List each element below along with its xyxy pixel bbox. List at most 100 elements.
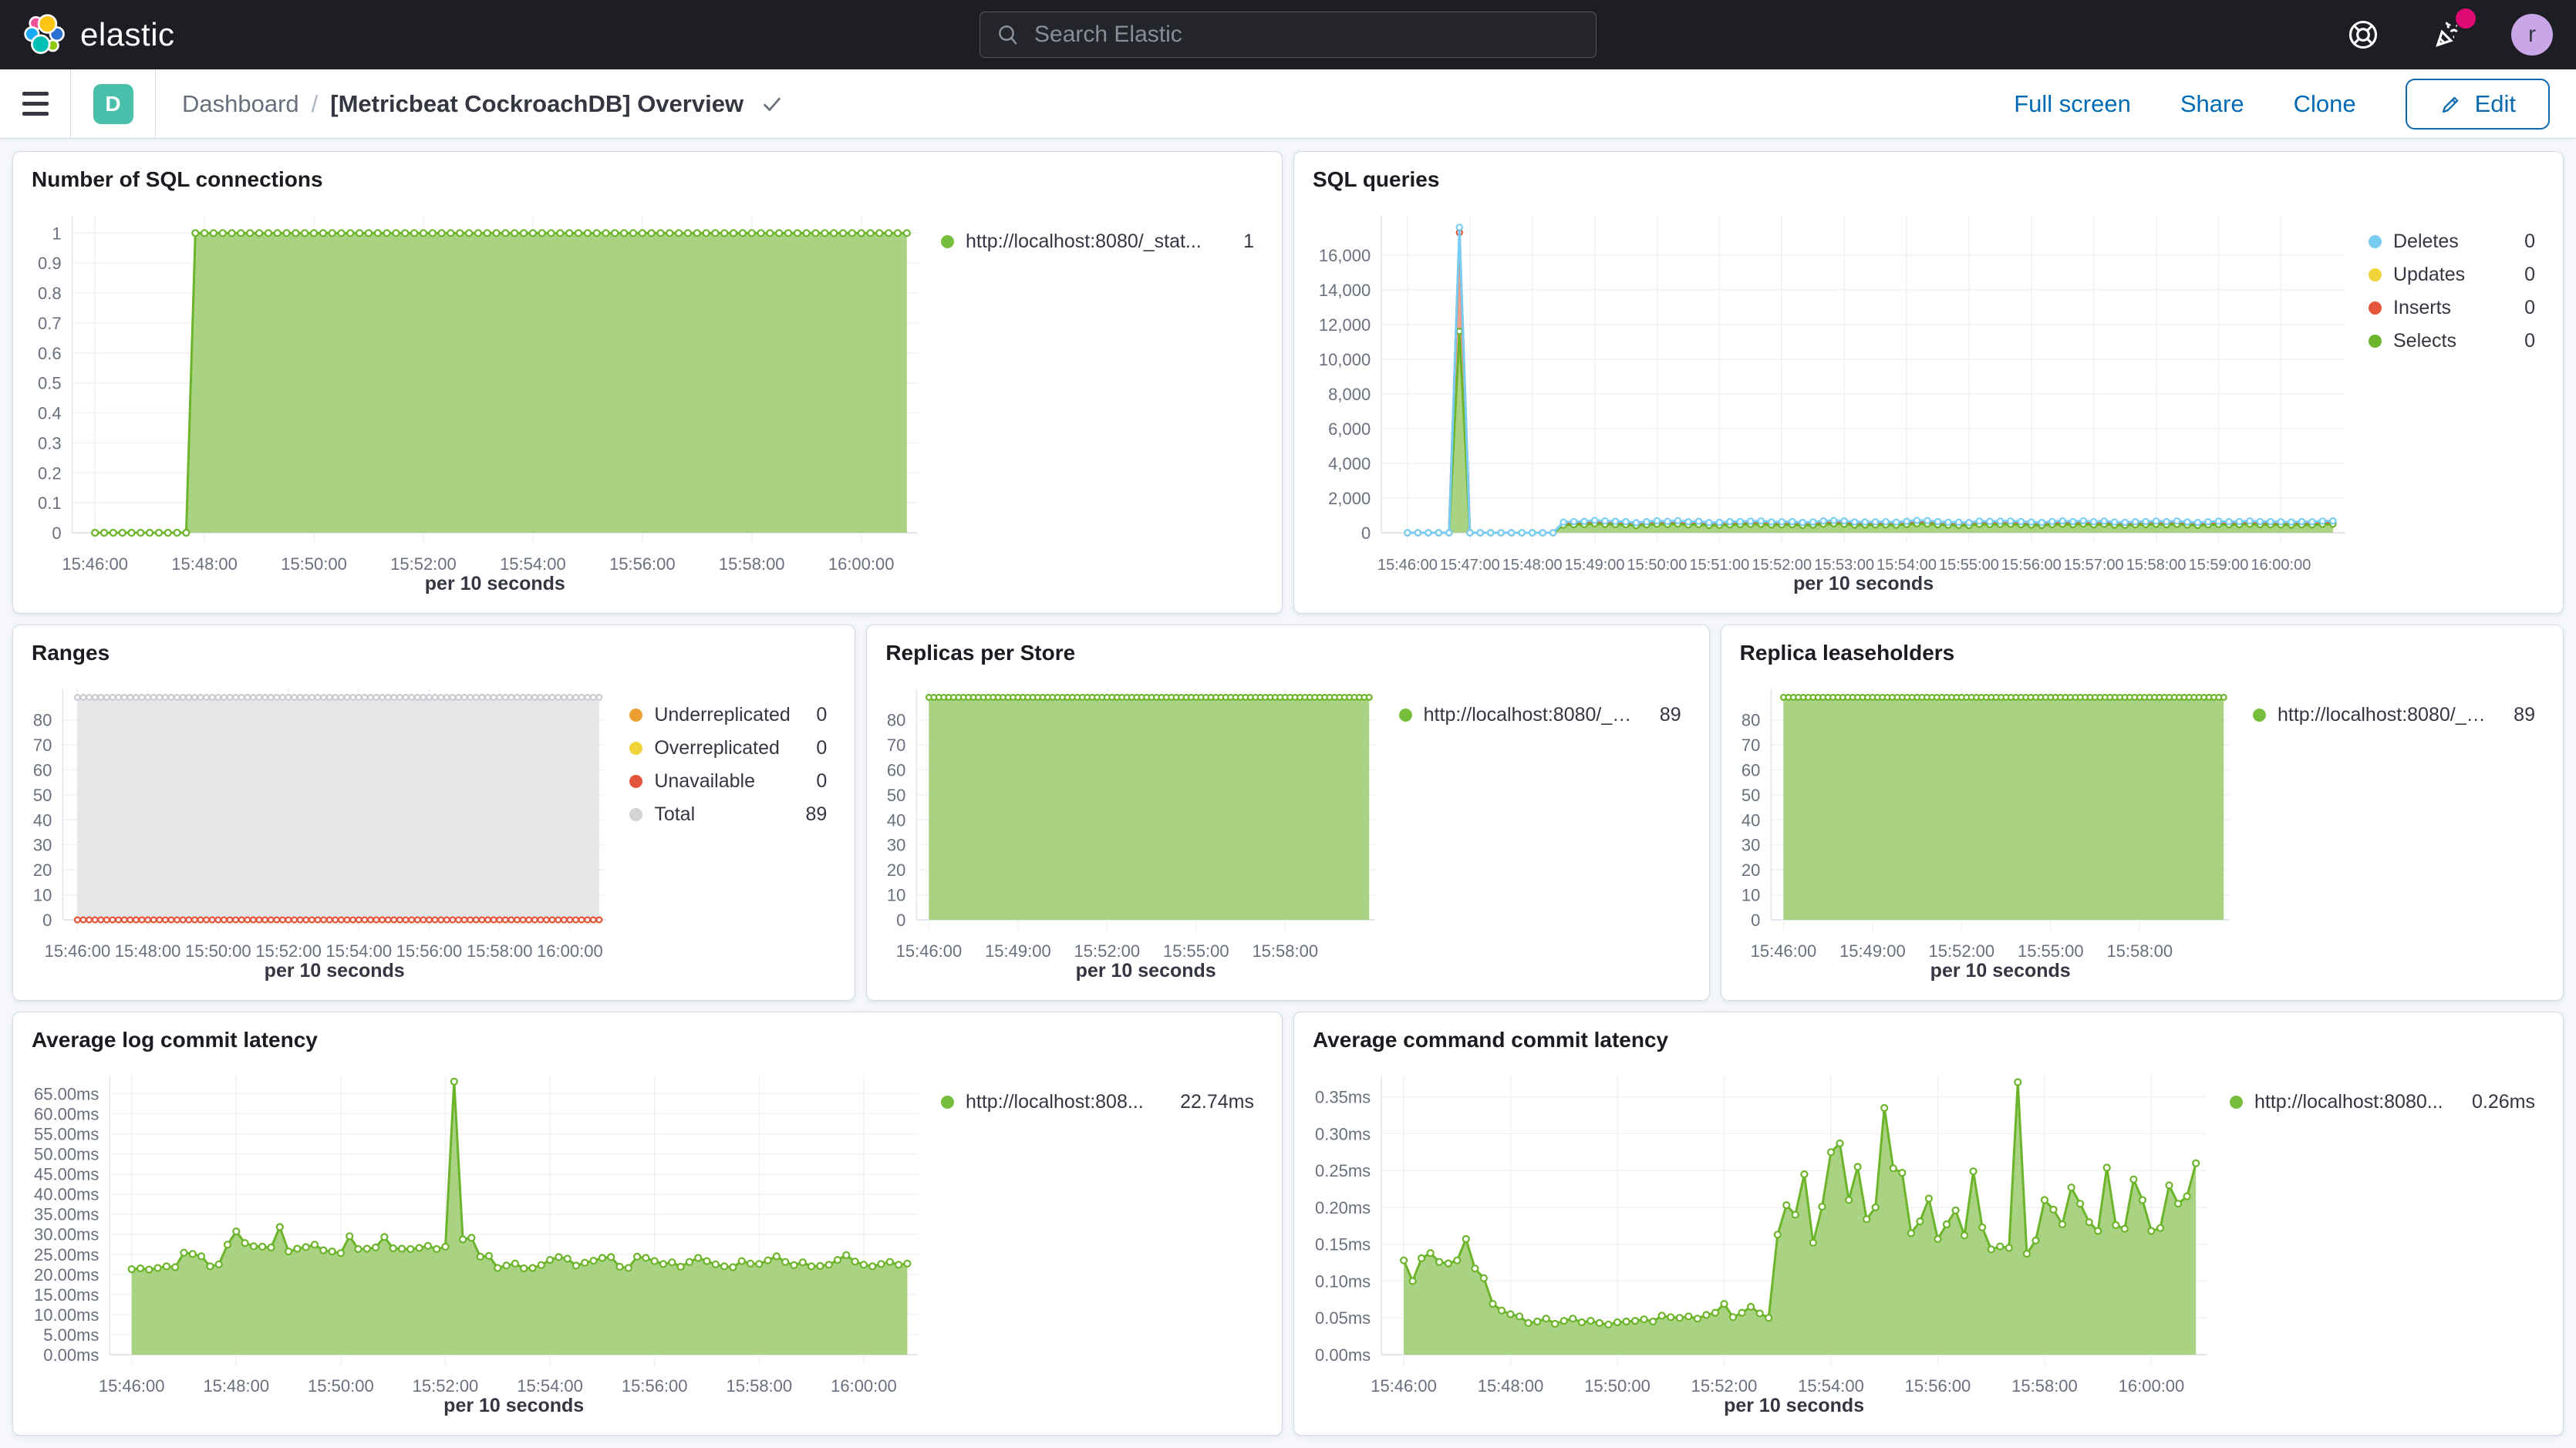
svg-text:15:55:00: 15:55:00 bbox=[1939, 557, 1999, 574]
svg-text:6,000: 6,000 bbox=[1328, 419, 1371, 439]
legend-label: Underreplicated bbox=[654, 704, 791, 726]
legend-label: http://localhost:808... bbox=[966, 1091, 1144, 1113]
help-button[interactable] bbox=[2342, 13, 2385, 56]
svg-text:15:46:00: 15:46:00 bbox=[1377, 557, 1438, 574]
breadcrumb-dashboard-link[interactable]: Dashboard bbox=[182, 90, 299, 118]
user-avatar[interactable]: r bbox=[2511, 14, 2553, 56]
series-dot bbox=[941, 1096, 954, 1109]
full-screen-button[interactable]: Full screen bbox=[2014, 90, 2131, 118]
panel-title: Replica leaseholders bbox=[1721, 625, 2563, 668]
legend-item[interactable]: http://localhost:808... 22.74ms bbox=[941, 1091, 1254, 1113]
svg-text:0: 0 bbox=[42, 911, 52, 930]
svg-text:16:00:00: 16:00:00 bbox=[831, 1376, 897, 1396]
elastic-logo-text: elastic bbox=[80, 16, 175, 53]
svg-text:50: 50 bbox=[33, 786, 52, 805]
space-badge[interactable]: D bbox=[93, 84, 133, 124]
legend-label: Inserts bbox=[2393, 297, 2451, 319]
saved-check-icon[interactable] bbox=[760, 93, 784, 116]
svg-text:15:48:00: 15:48:00 bbox=[1478, 1376, 1544, 1396]
panel-average-command-commit-latency: Average command commit latency 0.00ms0.0… bbox=[1293, 1012, 2564, 1436]
panel-title: Replicas per Store bbox=[867, 625, 1708, 668]
legend-value: 0 bbox=[2510, 330, 2535, 352]
svg-text:15:50:00: 15:50:00 bbox=[281, 554, 347, 574]
legend-item[interactable]: Unavailable 0 bbox=[629, 770, 827, 793]
svg-text:10: 10 bbox=[1741, 886, 1760, 905]
panel-title: Average command commit latency bbox=[1294, 1012, 2563, 1056]
svg-text:0: 0 bbox=[1751, 911, 1760, 930]
legend-label: Deletes bbox=[2393, 231, 2459, 253]
legend-item[interactable]: Underreplicated 0 bbox=[629, 704, 827, 726]
svg-text:15:56:00: 15:56:00 bbox=[1905, 1376, 1971, 1396]
legend-item[interactable]: Inserts 0 bbox=[2369, 297, 2535, 319]
legend-item[interactable]: Selects 0 bbox=[2369, 330, 2535, 352]
series-dot bbox=[941, 235, 954, 248]
svg-text:20: 20 bbox=[1741, 860, 1760, 880]
edit-button[interactable]: Edit bbox=[2406, 79, 2550, 130]
svg-text:per 10 seconds: per 10 seconds bbox=[1076, 960, 1216, 982]
series-dot bbox=[629, 709, 642, 722]
global-search[interactable] bbox=[979, 12, 1597, 58]
dashboard-toolbar: D Dashboard / [Metricbeat CockroachDB] O… bbox=[0, 69, 2576, 139]
svg-text:0.9: 0.9 bbox=[38, 254, 62, 273]
series-dot bbox=[2369, 301, 2382, 315]
svg-text:0.20ms: 0.20ms bbox=[1315, 1198, 1371, 1217]
legend-item[interactable]: Total 89 bbox=[629, 803, 827, 826]
svg-text:1: 1 bbox=[52, 224, 61, 243]
legend-item[interactable]: http://localhost:8080/_stat... 1 bbox=[941, 231, 1254, 253]
svg-text:80: 80 bbox=[1741, 711, 1760, 730]
legend-item[interactable]: Updates 0 bbox=[2369, 264, 2535, 286]
svg-text:40: 40 bbox=[1741, 810, 1760, 830]
legend-item[interactable]: Overreplicated 0 bbox=[629, 737, 827, 759]
legend-item[interactable]: http://localhost:8080... 0.26ms bbox=[2230, 1091, 2535, 1113]
svg-text:15:56:00: 15:56:00 bbox=[2001, 557, 2062, 574]
clone-button[interactable]: Clone bbox=[2294, 90, 2356, 118]
search-input[interactable] bbox=[1033, 21, 1580, 49]
series-dot bbox=[2253, 709, 2266, 722]
main-menu-button[interactable] bbox=[0, 69, 71, 138]
svg-text:50: 50 bbox=[1741, 786, 1760, 805]
elastic-logo[interactable]: elastic bbox=[23, 13, 175, 56]
svg-text:15:54:00: 15:54:00 bbox=[500, 554, 566, 574]
svg-text:16:00:00: 16:00:00 bbox=[828, 554, 895, 574]
svg-text:per 10 seconds: per 10 seconds bbox=[1724, 1395, 1864, 1416]
svg-text:30: 30 bbox=[33, 836, 52, 855]
help-icon bbox=[2346, 18, 2380, 52]
breadcrumb-separator: / bbox=[312, 90, 319, 118]
legend-item[interactable]: http://localhost:8080/_sta... 89 bbox=[2253, 704, 2535, 726]
svg-text:15:55:00: 15:55:00 bbox=[1163, 941, 1229, 961]
svg-text:15:55:00: 15:55:00 bbox=[2018, 941, 2084, 961]
svg-text:15:49:00: 15:49:00 bbox=[985, 941, 1051, 961]
svg-text:40: 40 bbox=[887, 810, 905, 830]
legend-item[interactable]: http://localhost:8080/_sta... 89 bbox=[1399, 704, 1681, 726]
legend-value: 0 bbox=[802, 737, 827, 759]
svg-text:15:54:00: 15:54:00 bbox=[517, 1376, 583, 1396]
legend-value: 89 bbox=[2500, 704, 2535, 726]
svg-text:60: 60 bbox=[33, 760, 52, 780]
legend-item[interactable]: Deletes 0 bbox=[2369, 231, 2535, 253]
svg-text:15:46:00: 15:46:00 bbox=[896, 941, 963, 961]
svg-text:20.00ms: 20.00ms bbox=[34, 1265, 99, 1285]
legend-label: Selects bbox=[2393, 330, 2456, 352]
legend-value: 0 bbox=[802, 704, 827, 726]
svg-text:15:48:00: 15:48:00 bbox=[171, 554, 238, 574]
svg-text:10: 10 bbox=[33, 886, 52, 905]
svg-text:15:58:00: 15:58:00 bbox=[467, 941, 533, 961]
legend-label: http://localhost:8080/_sta... bbox=[2278, 704, 2488, 726]
series-dot bbox=[2369, 335, 2382, 348]
legend-label: http://localhost:8080/_sta... bbox=[1424, 704, 1634, 726]
legend-label: Updates bbox=[2393, 264, 2465, 286]
share-button[interactable]: Share bbox=[2180, 90, 2244, 118]
legend: http://localhost:8080... 0.26ms bbox=[2225, 1056, 2557, 1432]
whats-new-button[interactable] bbox=[2426, 13, 2470, 56]
svg-text:per 10 seconds: per 10 seconds bbox=[265, 960, 405, 982]
chart-average-log-commit-latency: 0.00ms5.00ms10.00ms15.00ms20.00ms25.00ms… bbox=[21, 1056, 936, 1432]
svg-text:16:00:00: 16:00:00 bbox=[2119, 1376, 2185, 1396]
svg-text:0.2: 0.2 bbox=[38, 463, 62, 483]
panel-title: Ranges bbox=[13, 625, 855, 668]
svg-text:15:56:00: 15:56:00 bbox=[609, 554, 676, 574]
legend-value: 0 bbox=[802, 770, 827, 793]
legend: http://localhost:808... 22.74ms bbox=[936, 1056, 1276, 1432]
svg-text:16:00:00: 16:00:00 bbox=[537, 941, 603, 961]
svg-text:10,000: 10,000 bbox=[1319, 350, 1371, 369]
svg-text:15:58:00: 15:58:00 bbox=[719, 554, 785, 574]
